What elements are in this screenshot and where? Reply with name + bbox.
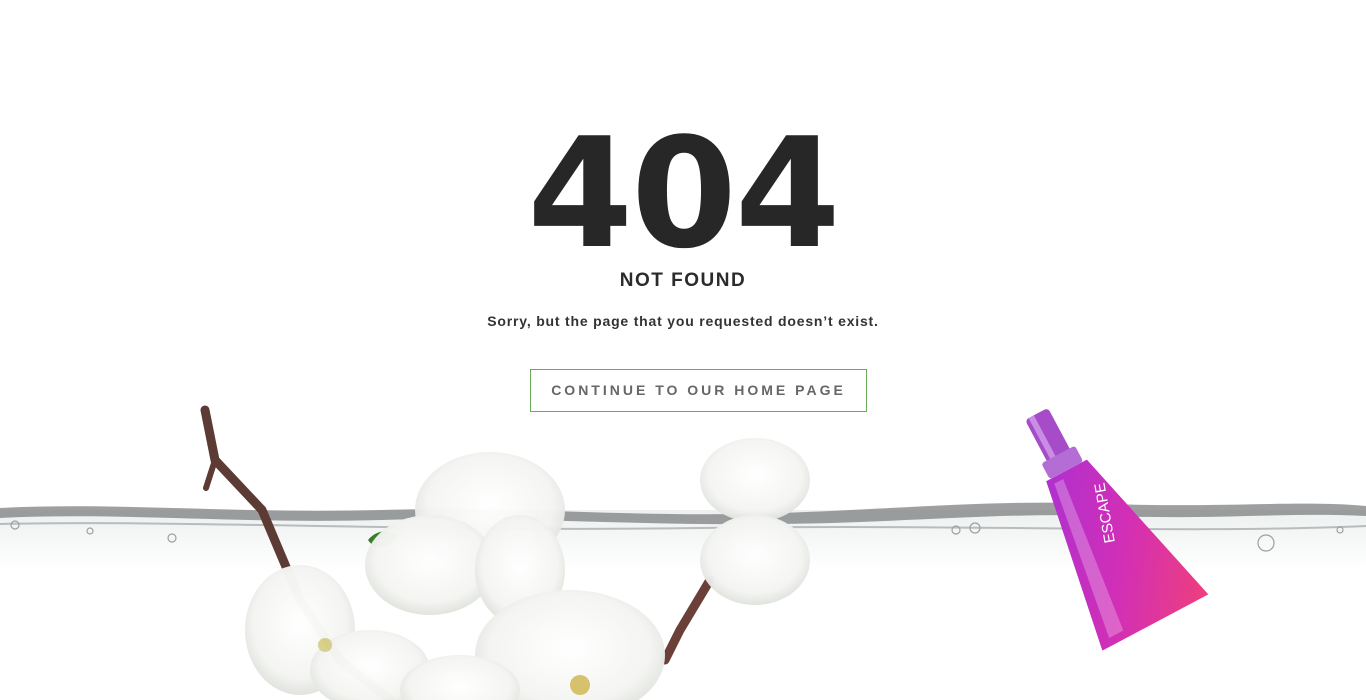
not-found-page: 404 NOT FOUND Sorry, but the page that y… — [0, 0, 1366, 700]
error-title: NOT FOUND — [619, 270, 747, 291]
water-scene-illustration: ESCAPE — [0, 405, 1366, 700]
error-code: 404 — [527, 105, 840, 282]
error-message: Sorry, but the page that you requested d… — [487, 313, 879, 329]
